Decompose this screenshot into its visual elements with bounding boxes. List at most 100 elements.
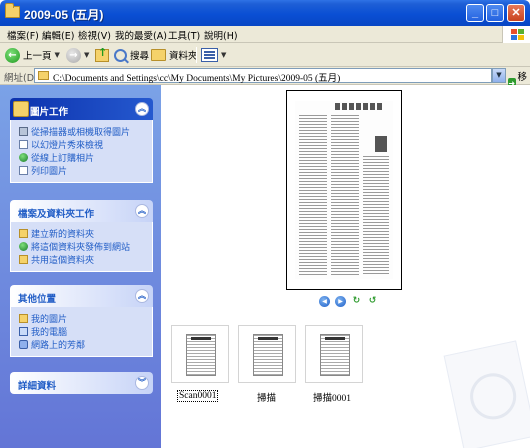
views-button[interactable]: ▼ <box>201 46 226 64</box>
toolbar: ← 上一頁 ▼ → ▼ 搜尋 資料夾 ▼ <box>0 43 530 67</box>
folders-button[interactable]: 資料夾 <box>151 46 198 64</box>
scanned-document-image <box>295 101 393 279</box>
file-name[interactable]: 掃描 <box>257 390 276 404</box>
file-name-selected[interactable]: Scan0001 <box>177 390 219 402</box>
file-view: ◀ ▶ ↻ ↺ Scan0001 掃描 掃描0001 <box>161 85 530 448</box>
maximize-button[interactable]: □ <box>486 4 504 22</box>
picture-tasks-panel: 圖片工作 ︽ 從掃描器或相機取得圖片 以幻燈片秀來檢視 從線上訂購相片 列印圖片 <box>10 98 153 183</box>
menu-file[interactable]: 檔案(F) <box>7 28 39 42</box>
task-label: 從線上訂購相片 <box>31 153 95 164</box>
forward-icon: → <box>66 47 81 63</box>
file-thumbnail[interactable] <box>171 325 229 383</box>
chevron-up-icon[interactable]: ︽ <box>135 102 149 116</box>
task-label: 共用這個資料夾 <box>31 255 95 266</box>
task-share-folder[interactable]: 共用這個資料夾 <box>19 253 152 266</box>
chevron-down-icon[interactable]: ▼ <box>84 51 89 59</box>
doc-photo <box>375 136 387 152</box>
file-tasks-header[interactable]: 檔案及資料夾工作 ︽ <box>10 200 153 222</box>
file-thumbnail[interactable] <box>238 325 296 383</box>
address-input[interactable]: C:\Documents and Settings\cc\My Document… <box>34 68 492 84</box>
file-tasks-body: 建立新的資料夾 將這個資料夾發佈到網站 共用這個資料夾 <box>10 222 153 272</box>
file-tasks-title: 檔案及資料夾工作 <box>18 209 95 220</box>
task-new-folder[interactable]: 建立新的資料夾 <box>19 227 152 240</box>
minimize-button[interactable]: _ <box>466 4 484 22</box>
doc-text-column <box>299 115 327 275</box>
task-label: 我的電腦 <box>31 327 68 338</box>
next-image-button[interactable]: ▶ <box>335 296 346 307</box>
search-label: 搜尋 <box>130 51 150 62</box>
thumbnail-image <box>186 334 216 376</box>
previous-image-button[interactable]: ◀ <box>319 296 330 307</box>
task-slideshow[interactable]: 以幻燈片秀來檢視 <box>19 138 152 151</box>
chevron-down-icon[interactable]: ︾ <box>135 376 149 390</box>
share-folder-icon <box>19 254 28 264</box>
details-header[interactable]: 詳細資料 ︾ <box>10 372 153 394</box>
task-order-prints[interactable]: 從線上訂購相片 <box>19 151 152 164</box>
folders-icon <box>151 49 166 61</box>
menu-view[interactable]: 檢視(V) <box>78 28 111 42</box>
details-panel: 詳細資料 ︾ <box>10 372 153 394</box>
other-places-panel: 其他位置 ︽ 我的圖片 我的電腦 網路上的芳鄰 <box>10 285 153 357</box>
other-places-title: 其他位置 <box>18 294 57 305</box>
menu-help[interactable]: 說明(H) <box>204 28 238 42</box>
file-thumbnail[interactable] <box>305 325 363 383</box>
back-button[interactable]: ← 上一頁 ▼ <box>5 46 60 64</box>
address-dropdown-button[interactable]: ▼ <box>492 68 506 83</box>
task-print-pictures[interactable]: 列印圖片 <box>19 164 152 177</box>
doc-text-column <box>331 115 359 275</box>
other-places-body: 我的圖片 我的電腦 網路上的芳鄰 <box>10 307 153 357</box>
chevron-down-icon[interactable]: ▼ <box>221 51 226 59</box>
rotate-clockwise-icon[interactable]: ↻ <box>351 296 362 307</box>
place-network[interactable]: 網路上的芳鄰 <box>19 338 152 351</box>
window-title: 2009-05 (五月) <box>24 8 104 22</box>
image-preview[interactable] <box>286 90 402 290</box>
file-name[interactable]: 掃描0001 <box>313 390 351 404</box>
folder-icon <box>38 71 49 80</box>
task-label: 建立新的資料夾 <box>31 229 95 240</box>
menu-tools[interactable]: 工具(T) <box>168 28 200 42</box>
chevron-up-icon[interactable]: ︽ <box>135 204 149 218</box>
toolbar-separator <box>196 47 197 63</box>
place-my-pictures[interactable]: 我的圖片 <box>19 312 152 325</box>
address-bar: 網址(D) C:\Documents and Settings\cc\My Do… <box>0 67 530 97</box>
address-label: 網址(D) <box>4 73 38 84</box>
chevron-down-icon[interactable]: ▼ <box>55 51 60 59</box>
back-icon: ← <box>5 47 20 63</box>
views-icon <box>201 48 218 62</box>
picture-tasks-header[interactable]: 圖片工作 ︽ <box>10 98 153 120</box>
printer-icon <box>19 165 28 175</box>
up-folder-button[interactable] <box>95 46 109 64</box>
task-label: 將這個資料夾發佈到網站 <box>31 242 131 253</box>
menu-edit[interactable]: 編輯(E) <box>42 28 74 42</box>
folders-label: 資料夾 <box>169 51 198 62</box>
chevron-up-icon[interactable]: ︽ <box>135 289 149 303</box>
task-label: 網路上的芳鄰 <box>31 340 86 351</box>
picture-tasks-body: 從掃描器或相機取得圖片 以幻燈片秀來檢視 從線上訂購相片 列印圖片 <box>10 120 153 183</box>
task-label: 我的圖片 <box>31 314 68 325</box>
rotate-counterclockwise-icon[interactable]: ↺ <box>367 296 378 307</box>
network-icon <box>19 339 28 349</box>
forward-button[interactable]: → ▼ <box>66 46 89 64</box>
windows-logo-icon <box>502 26 530 43</box>
scanner-icon <box>19 126 28 136</box>
folder-icon <box>5 3 20 18</box>
details-title: 詳細資料 <box>18 381 57 392</box>
globe-icon <box>19 152 28 162</box>
task-get-from-scanner[interactable]: 從掃描器或相機取得圖片 <box>19 125 152 138</box>
address-path[interactable]: C:\Documents and Settings\cc\My Document… <box>53 70 340 84</box>
menu-bar: 檔案(F) 編輯(E) 檢視(V) 我的最愛(A) 工具(T) 說明(H) <box>0 26 530 43</box>
close-button[interactable]: ✕ <box>507 4 525 22</box>
folder-icon <box>19 313 28 323</box>
doc-text-column <box>363 156 389 275</box>
file-tasks-panel: 檔案及資料夾工作 ︽ 建立新的資料夾 將這個資料夾發佈到網站 共用這個資料夾 <box>10 200 153 272</box>
place-my-computer[interactable]: 我的電腦 <box>19 325 152 338</box>
search-button[interactable]: 搜尋 <box>114 46 149 64</box>
task-publish-folder[interactable]: 將這個資料夾發佈到網站 <box>19 240 152 253</box>
doc-headline <box>335 103 383 110</box>
computer-icon <box>19 326 28 336</box>
task-label: 以幻燈片秀來檢視 <box>31 140 104 151</box>
menu-favorites[interactable]: 我的最愛(A) <box>115 28 167 42</box>
search-icon <box>114 48 127 62</box>
other-places-header[interactable]: 其他位置 ︽ <box>10 285 153 307</box>
up-folder-icon <box>95 46 109 62</box>
